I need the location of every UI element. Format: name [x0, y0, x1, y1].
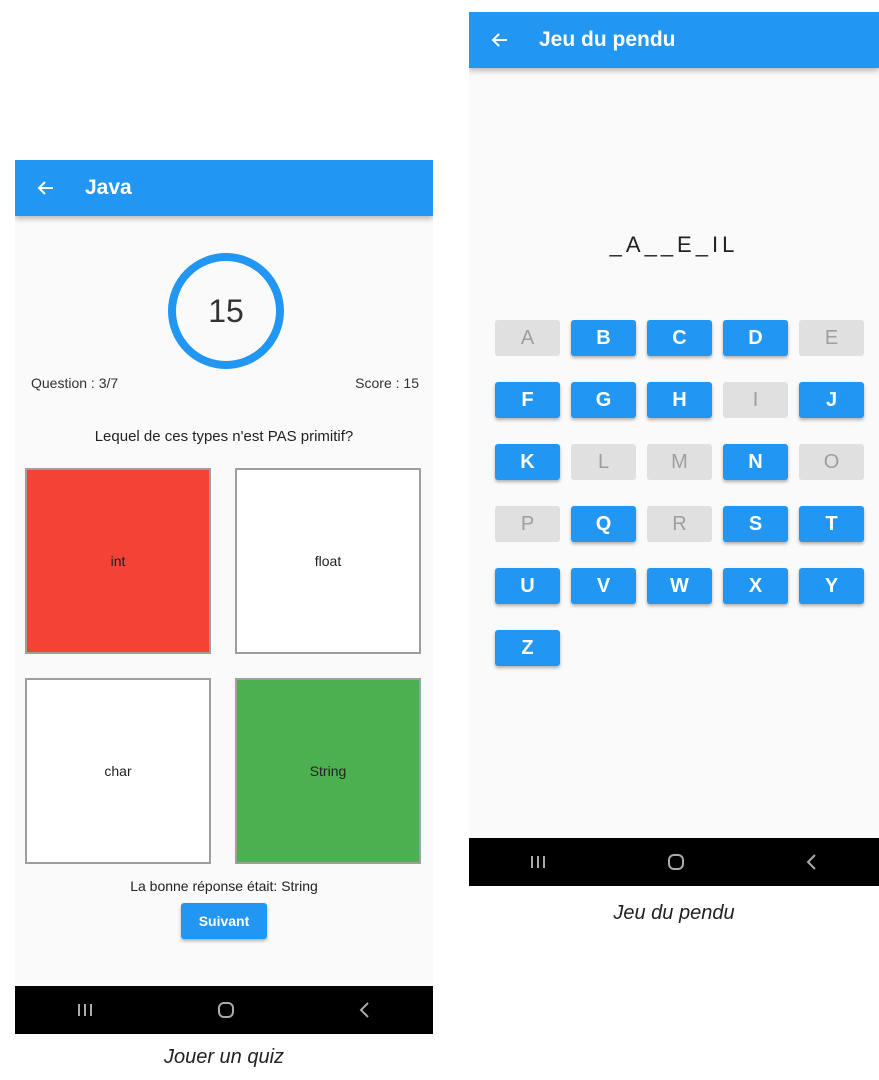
- hangman-title: Jeu du pendu: [539, 28, 676, 51]
- letter-key-g[interactable]: G: [571, 382, 636, 418]
- answer-char-button[interactable]: char: [25, 678, 211, 864]
- answer-feedback: La bonne réponse était: String: [130, 878, 318, 894]
- answer-int-button[interactable]: int: [25, 468, 211, 654]
- letter-key-p: P: [495, 506, 560, 542]
- system-nav-bar: [469, 838, 879, 886]
- score-label: Score : 15: [355, 375, 419, 391]
- letter-key-u[interactable]: U: [495, 568, 560, 604]
- letter-key-j[interactable]: J: [799, 382, 864, 418]
- home-icon[interactable]: [216, 1000, 236, 1020]
- letter-key-i: I: [723, 382, 788, 418]
- letter-key-t[interactable]: T: [799, 506, 864, 542]
- letter-key-m: M: [647, 444, 712, 480]
- quiz-app-bar: Java: [15, 160, 433, 216]
- hidden-word: _A__E_IL: [609, 232, 739, 257]
- letter-key-y[interactable]: Y: [799, 568, 864, 604]
- letter-key-o: O: [799, 444, 864, 480]
- letter-key-c[interactable]: C: [647, 320, 712, 356]
- quiz-screen: Java 15 Question : 3/7 Score : 15 Lequel…: [15, 160, 433, 1034]
- letter-key-k[interactable]: K: [495, 444, 560, 480]
- letter-key-f[interactable]: F: [495, 382, 560, 418]
- question-counter: Question : 3/7: [31, 375, 119, 391]
- letter-key-e: E: [799, 320, 864, 356]
- letter-key-q[interactable]: Q: [571, 506, 636, 542]
- hangman-screen: Jeu du pendu _A__E_IL ABCDE FGHIJ KLMNO PQR…: [469, 12, 879, 886]
- letter-key-b[interactable]: B: [571, 320, 636, 356]
- next-button[interactable]: Suivant: [181, 903, 267, 939]
- answer-float-button[interactable]: float: [235, 468, 421, 654]
- quiz-title: Java: [85, 176, 132, 199]
- answer-string-button[interactable]: String: [235, 678, 421, 864]
- arrow-left-icon[interactable]: [489, 29, 511, 51]
- letter-key-h[interactable]: H: [647, 382, 712, 418]
- hangman-app-bar: Jeu du pendu: [469, 12, 879, 68]
- back-chevron-icon[interactable]: [358, 1001, 372, 1019]
- arrow-left-icon[interactable]: [35, 177, 57, 199]
- letter-key-w[interactable]: W: [647, 568, 712, 604]
- recent-apps-icon[interactable]: [76, 1002, 94, 1018]
- letter-key-l: L: [571, 444, 636, 480]
- letter-key-n[interactable]: N: [723, 444, 788, 480]
- letter-key-x[interactable]: X: [723, 568, 788, 604]
- home-icon[interactable]: [666, 852, 686, 872]
- system-nav-bar: [15, 986, 433, 1034]
- letter-key-d[interactable]: D: [723, 320, 788, 356]
- letter-key-v[interactable]: V: [571, 568, 636, 604]
- countdown-timer: 15: [168, 253, 284, 369]
- question-text: Lequel de ces types n'est PAS primitif?: [94, 428, 354, 445]
- letter-key-r: R: [647, 506, 712, 542]
- recent-apps-icon[interactable]: [529, 854, 547, 870]
- back-chevron-icon[interactable]: [805, 853, 819, 871]
- letter-key-s[interactable]: S: [723, 506, 788, 542]
- letter-key-z[interactable]: Z: [495, 630, 560, 666]
- letter-key-a: A: [495, 320, 560, 356]
- quiz-caption: Jouer un quiz: [163, 1046, 285, 1068]
- hangman-caption: Jeu du pendu: [613, 902, 735, 924]
